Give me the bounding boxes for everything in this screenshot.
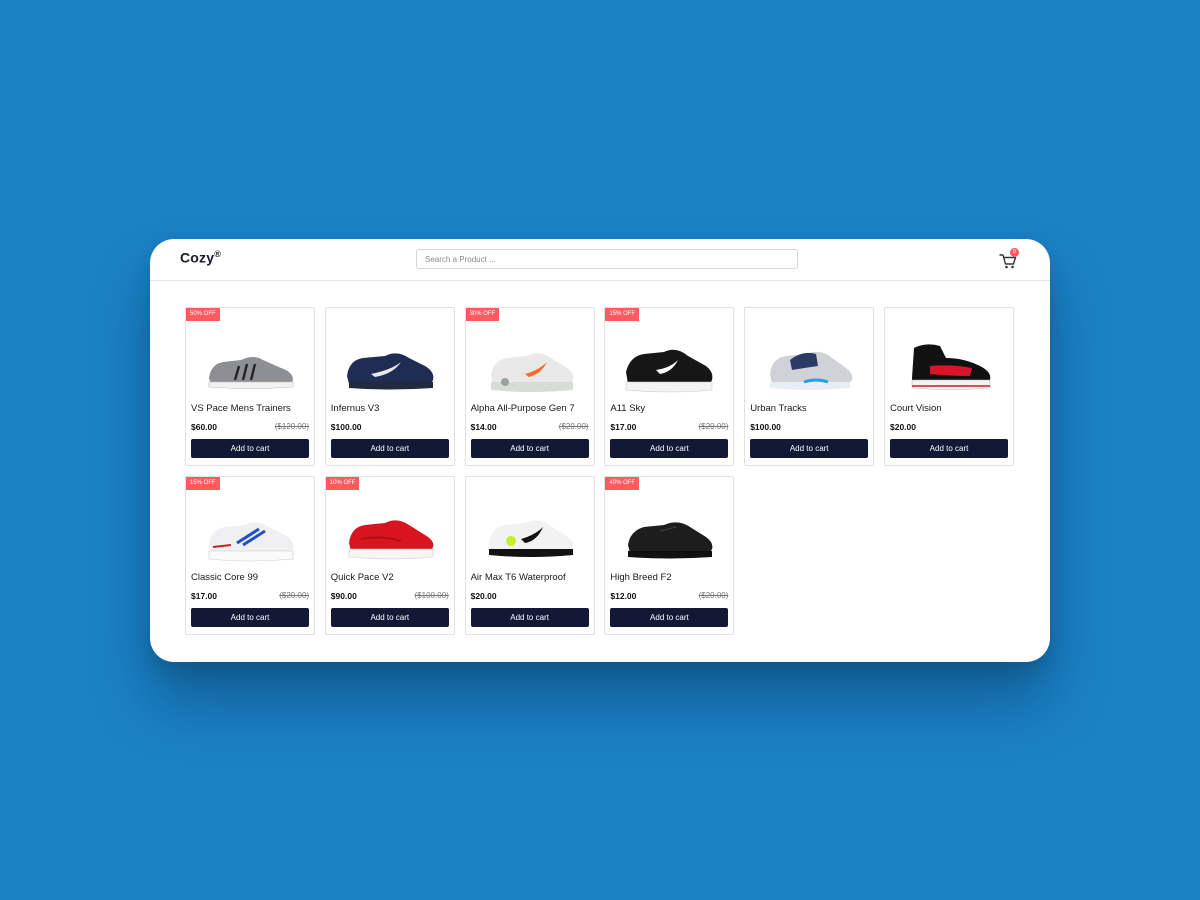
add-to-cart-button[interactable]: Add to cart [750, 439, 869, 458]
add-to-cart-button[interactable]: Add to cart [191, 439, 309, 458]
shop-window: Cozy® 0 50% OFF VS Pace Mens Trainers $60.… [150, 239, 1050, 662]
discount-badge: 15% OFF [186, 477, 220, 490]
add-to-cart-button[interactable]: Add to cart [470, 439, 589, 458]
brand-name: Cozy [180, 249, 215, 266]
product-name[interactable]: Air Max T6 Waterproof [471, 572, 566, 583]
original-price: ($20.00) [558, 422, 589, 431]
shoe-image[interactable] [201, 499, 301, 567]
product-name[interactable]: Court Vision [890, 403, 942, 414]
search-input[interactable] [416, 249, 798, 269]
header: Cozy® 0 [150, 239, 1050, 281]
product-price: $100.00 [330, 422, 362, 432]
shoe-image[interactable] [341, 499, 441, 567]
cart-count-badge: 0 [1010, 248, 1019, 257]
product-card[interactable]: 30% OFF Alpha All-Purpose Gen 7 $14.00 ($20… [464, 307, 595, 466]
original-price: ($100.00) [414, 591, 449, 600]
shoe-image[interactable] [620, 330, 720, 398]
original-price: ($20.00) [698, 591, 729, 600]
product-name[interactable]: Alpha All-Purpose Gen 7 [471, 403, 575, 414]
add-to-cart-button[interactable]: Add to cart [470, 608, 589, 627]
original-price: ($20.00) [698, 422, 729, 431]
shoe-image[interactable] [201, 330, 301, 398]
shoe-image[interactable] [900, 330, 1000, 398]
product-name[interactable]: VS Pace Mens Trainers [191, 403, 291, 414]
product-card[interactable]: 15% OFF A11 Sky $17.00 ($20.00) Add to cart [604, 307, 735, 466]
product-card[interactable]: Air Max T6 Waterproof $20.00 Add to cart [464, 476, 595, 635]
discount-badge: 10% OFF [325, 477, 360, 490]
product-price: $20.00 [470, 591, 497, 601]
product-price: $20.00 [890, 422, 916, 432]
product-price: $14.00 [470, 422, 497, 432]
product-name[interactable]: Classic Core 99 [191, 572, 258, 583]
add-to-cart-button[interactable]: Add to cart [610, 439, 729, 458]
product-price: $100.00 [750, 422, 781, 432]
product-card[interactable]: 15% OFF Classic Core 99 $17.00 ($20.00) Add … [185, 476, 315, 635]
product-name[interactable]: Quick Pace V2 [331, 572, 394, 583]
discount-badge: 40% OFF [605, 477, 640, 490]
original-price: ($120.00) [274, 422, 309, 431]
product-card[interactable]: 50% OFF VS Pace Mens Trainers $60.00 ($120.… [185, 307, 315, 466]
add-to-cart-button[interactable]: Add to cart [330, 608, 449, 627]
brand-mark: ® [214, 249, 222, 259]
product-name[interactable]: Urban Tracks [750, 403, 807, 414]
shoe-image[interactable] [620, 499, 720, 567]
shoe-image[interactable] [760, 330, 860, 398]
add-to-cart-button[interactable]: Add to cart [890, 439, 1008, 458]
product-card[interactable]: Court Vision $20.00 Add to cart [884, 307, 1014, 466]
product-card[interactable]: 10% OFF Quick Pace V2 $90.00 ($100.00) Add t… [324, 476, 455, 635]
discount-badge: 50% OFF [186, 308, 220, 321]
product-name[interactable]: High Breed F2 [610, 572, 671, 583]
product-price: $90.00 [330, 591, 357, 601]
product-card[interactable]: 40% OFF High Breed F2 $12.00 ($20.00) Add to… [604, 476, 735, 635]
brand-logo[interactable]: Cozy® [180, 249, 221, 266]
shoe-image[interactable] [481, 499, 581, 567]
product-price: $60.00 [191, 422, 217, 432]
add-to-cart-button[interactable]: Add to cart [330, 439, 449, 458]
original-price: ($20.00) [279, 591, 309, 600]
product-price: $17.00 [191, 591, 217, 601]
product-price: $12.00 [610, 591, 637, 601]
product-card[interactable]: Infernus V3 $100.00 Add to cart [324, 307, 455, 466]
add-to-cart-button[interactable]: Add to cart [191, 608, 309, 627]
discount-badge: 15% OFF [605, 308, 640, 321]
product-name[interactable]: A11 Sky [610, 403, 645, 414]
product-price: $17.00 [610, 422, 637, 432]
product-card[interactable]: Urban Tracks $100.00 Add to cart [744, 307, 875, 466]
shoe-image[interactable] [481, 330, 581, 398]
shoe-image[interactable] [341, 330, 441, 398]
product-name[interactable]: Infernus V3 [331, 403, 380, 414]
add-to-cart-button[interactable]: Add to cart [610, 608, 729, 627]
discount-badge: 30% OFF [465, 308, 500, 321]
